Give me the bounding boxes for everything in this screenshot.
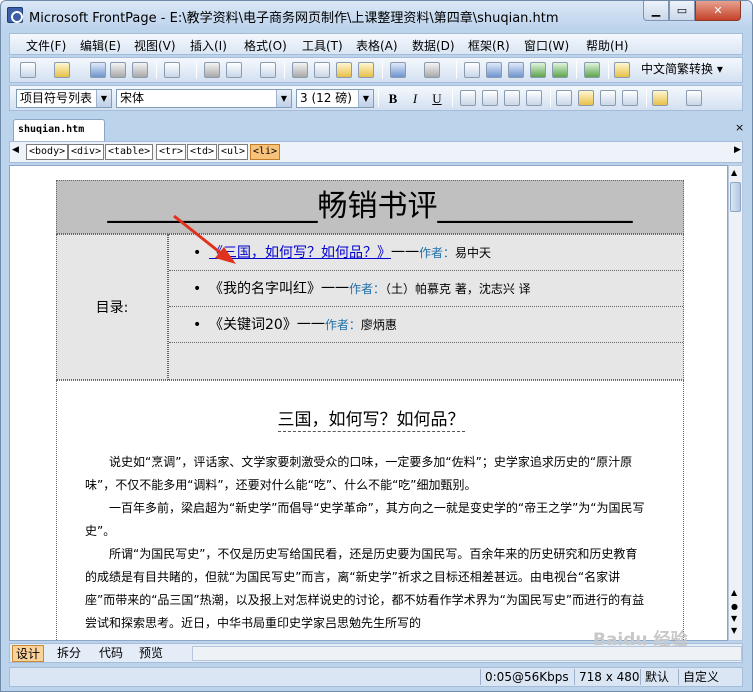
justify-icon[interactable] (526, 90, 542, 106)
select-browse-icon[interactable]: ● (731, 602, 738, 611)
paste-icon[interactable] (336, 62, 352, 78)
align-center-icon[interactable] (482, 90, 498, 106)
menu-tools[interactable]: 工具(T) (302, 37, 343, 54)
close-button[interactable]: ✕ (695, 1, 741, 21)
menu-window[interactable]: 窗口(W) (524, 37, 569, 54)
copy-icon[interactable] (314, 62, 330, 78)
menu-insert[interactable]: 插入(I) (190, 37, 227, 54)
scrollbar-thumb[interactable] (730, 182, 741, 212)
new-page-icon[interactable] (20, 62, 36, 78)
chevron-down-icon: ▼ (358, 90, 373, 107)
menu-help[interactable]: 帮助(H) (586, 37, 628, 54)
tag-ul[interactable]: <ul> (218, 144, 249, 160)
tag-td[interactable]: <td> (187, 144, 218, 160)
quick-tag-selector: ◀ <body> <div> <table> <tr> <td> <ul> <l… (9, 141, 743, 163)
tag-body[interactable]: <body> (26, 144, 69, 160)
chevron-down-icon: ▼ (96, 90, 111, 107)
tab-code[interactable]: 代码 (96, 645, 126, 662)
search-icon[interactable] (110, 62, 126, 78)
align-right-icon[interactable] (504, 90, 520, 106)
tag-tr[interactable]: <tr> (156, 144, 187, 160)
tag-scroll-right-icon[interactable]: ▶ (734, 145, 741, 155)
font-size-dropdown[interactable]: 3 (12 磅) ▼ (296, 89, 374, 108)
window-title: Microsoft FrontPage - E:\教学资料\电子商务网页制作\上… (29, 11, 559, 26)
menu-format[interactable]: 格式(O) (244, 37, 287, 54)
page-size[interactable]: 718 x 480 (574, 669, 644, 685)
preview-icon[interactable] (226, 62, 242, 78)
document-tab[interactable]: shuqian.htm (13, 119, 105, 141)
tag-scroll-left-icon[interactable]: ◀ (12, 145, 19, 155)
vertical-scrollbar[interactable]: ▲ ▲ ● ▼ ▼ (728, 165, 743, 641)
prev-page-icon[interactable]: ▲ (731, 588, 737, 597)
scroll-down-icon[interactable]: ▼ (731, 626, 737, 635)
chinese-convert-label: 中文简繁转换 (641, 62, 714, 76)
underline-button[interactable]: U (428, 90, 446, 107)
status-bar: 0:05@56Kbps 718 x 480 默认 自定义 (9, 667, 743, 687)
format-painter-icon[interactable] (358, 62, 374, 78)
permissions-icon[interactable] (132, 62, 148, 78)
undo-icon[interactable] (390, 62, 406, 78)
maximize-button[interactable]: ▭ (669, 1, 695, 21)
scroll-up-icon[interactable]: ▲ (731, 168, 737, 177)
minimize-button[interactable]: ▁ (643, 1, 669, 21)
title-bar: Microsoft FrontPage - E:\教学资料\电子商务网页制作\上… (1, 1, 752, 29)
increase-indent-icon[interactable] (622, 90, 638, 106)
drawing-icon[interactable] (552, 62, 568, 78)
style-value: 项目符号列表 (20, 91, 93, 105)
menu-frames[interactable]: 框架(R) (468, 37, 510, 54)
insert-picture-icon[interactable] (530, 62, 546, 78)
open-icon[interactable] (54, 62, 70, 78)
layer-icon[interactable] (464, 62, 480, 78)
chevron-down-icon: ▼ (276, 90, 291, 107)
next-page-icon[interactable]: ▼ (731, 614, 737, 623)
download-time: 0:05@56Kbps (480, 669, 573, 685)
tag-table[interactable]: <table> (105, 144, 154, 160)
hyperlink-icon[interactable] (584, 62, 600, 78)
print-icon[interactable] (204, 62, 220, 78)
formatting-toolbar: 项目符号列表 ▼ 宋体 ▼ 3 (12 磅) ▼ B I U (9, 85, 743, 111)
frontpage-app-icon (7, 7, 23, 23)
save-icon[interactable] (90, 62, 106, 78)
cut-icon[interactable] (292, 62, 308, 78)
menu-view[interactable]: 视图(V) (134, 37, 176, 54)
tag-li[interactable]: <li> (250, 144, 281, 160)
redo-icon[interactable] (424, 62, 440, 78)
tab-preview[interactable]: 预览 (136, 645, 166, 662)
show-all-icon[interactable] (614, 62, 630, 78)
custom-mode[interactable]: 自定义 (678, 669, 723, 685)
baidu-watermark: Baidu 经验 (593, 630, 688, 650)
design-view-canvas[interactable]: ______________畅销书评_____________ 目录: • 《三… (9, 165, 728, 641)
menu-bar: 文件(F) 编辑(E) 视图(V) 插入(I) 格式(O) 工具(T) 表格(A… (9, 33, 743, 55)
menu-data[interactable]: 数据(D) (412, 37, 455, 54)
style-dropdown[interactable]: 项目符号列表 ▼ (16, 89, 112, 108)
annotation-arrow-icon (173, 214, 236, 264)
tag-div[interactable]: <div> (68, 144, 105, 160)
chinese-convert-dropdown[interactable]: 中文简繁转换 ▾ (638, 61, 730, 80)
web-component-icon[interactable] (164, 62, 180, 78)
highlight-icon[interactable] (652, 90, 668, 106)
bullets-icon[interactable] (578, 90, 594, 106)
menu-edit[interactable]: 编辑(E) (80, 37, 121, 54)
decrease-indent-icon[interactable] (600, 90, 616, 106)
tab-split[interactable]: 拆分 (54, 645, 84, 662)
italic-button[interactable]: I (406, 90, 424, 107)
spelling-icon[interactable] (260, 62, 276, 78)
document-tab-strip: shuqian.htm × (9, 115, 744, 141)
layout-table-icon[interactable] (508, 62, 524, 78)
standard-toolbar: 中文简繁转换 ▾ (9, 57, 743, 83)
tab-design[interactable]: 设计 (12, 645, 45, 662)
font-color-icon[interactable] (686, 90, 702, 106)
font-size-value: 3 (12 磅) (300, 91, 352, 105)
font-value: 宋体 (120, 91, 145, 105)
insert-table-icon[interactable] (486, 62, 502, 78)
bold-button[interactable]: B (384, 90, 402, 107)
align-left-icon[interactable] (460, 90, 476, 106)
compat-mode[interactable]: 默认 (640, 669, 673, 685)
font-dropdown[interactable]: 宋体 ▼ (116, 89, 292, 108)
close-document-icon[interactable]: × (735, 121, 744, 134)
menu-table[interactable]: 表格(A) (356, 37, 398, 54)
menu-file[interactable]: 文件(F) (26, 37, 66, 54)
frontpage-window: Microsoft FrontPage - E:\教学资料\电子商务网页制作\上… (0, 0, 753, 692)
numbering-icon[interactable] (556, 90, 572, 106)
